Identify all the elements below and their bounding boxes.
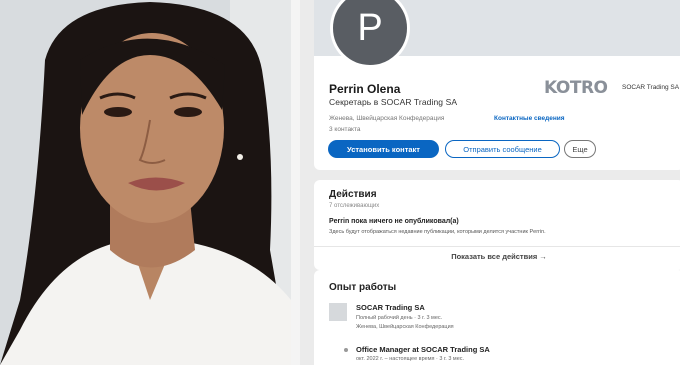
- portrait-image: [0, 0, 291, 365]
- experience-title: Опыт работы: [329, 282, 397, 293]
- experience-dates: окт. 2022 г. – настоящее время · 3 г. 3 …: [356, 356, 465, 362]
- experience-role: Office Manager at SOCAR Trading SA: [356, 345, 490, 354]
- profile-page: P Perrin Olena Секретарь в SOCAR Trading…: [300, 0, 680, 365]
- employment-type: Полный рабочий день · 3 г. 3 мес.: [356, 315, 443, 321]
- contact-info-link[interactable]: Контактные сведения: [494, 115, 565, 122]
- activity-empty-title: Perrin пока ничего не опубликовал(а): [329, 218, 459, 225]
- connect-button[interactable]: Установить контакт: [328, 140, 439, 158]
- connections-count[interactable]: 3 контакта: [329, 126, 361, 133]
- experience-company[interactable]: SOCAR Trading SA: [356, 303, 425, 312]
- profile-name: Perrin Olena: [329, 82, 401, 96]
- experience-location: Женева, Швейцарская Конфедерация: [356, 324, 454, 330]
- activity-card: Действия 7 отслеживающих Perrin пока нич…: [314, 180, 680, 270]
- profile-header-card: P Perrin Olena Секретарь в SOCAR Trading…: [314, 0, 680, 170]
- current-company[interactable]: SOCAR Trading SA: [622, 84, 679, 91]
- company-logo[interactable]: KOTRO: [544, 78, 610, 98]
- divider: [291, 0, 300, 365]
- followers-count[interactable]: 7 отслеживающих: [329, 203, 379, 209]
- timeline-bullet: [344, 348, 348, 352]
- activity-empty-text: Здесь будут отображаться недавние публик…: [329, 229, 546, 235]
- experience-card: Опыт работы SOCAR Trading SA Полный рабо…: [314, 270, 680, 365]
- more-button[interactable]: Еще: [564, 140, 596, 158]
- message-button[interactable]: Отправить сообщение: [445, 140, 560, 158]
- profile-location: Женева, Швейцарская Конфедерация: [329, 115, 445, 122]
- activity-title: Действия: [329, 189, 377, 200]
- profile-photo: [0, 0, 291, 365]
- show-all-activity-button[interactable]: Показать все действия →: [314, 246, 680, 266]
- company-logo-placeholder[interactable]: [329, 303, 347, 321]
- avatar[interactable]: P: [330, 0, 410, 68]
- profile-headline: Секретарь в SOCAR Trading SA: [329, 97, 458, 107]
